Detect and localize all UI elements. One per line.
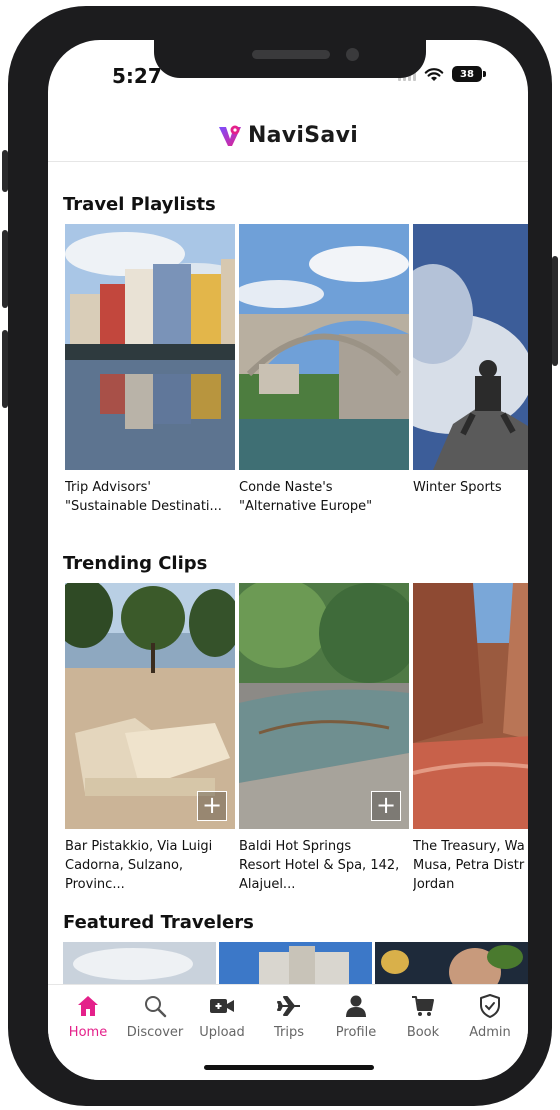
clip-thumbnail[interactable]: +: [65, 583, 235, 829]
playlist-thumbnail[interactable]: [239, 224, 409, 470]
volume-down-button: [2, 330, 8, 408]
home-icon: [75, 993, 101, 1019]
tab-label: Admin: [469, 1025, 511, 1040]
clip-title: Bar Pistakkio, Via Luigi Cadorna, Sulzan…: [65, 839, 213, 892]
playlist-card[interactable]: Conde Naste's "Alternative Europe": [239, 224, 409, 516]
home-indicator[interactable]: [204, 1065, 374, 1070]
cart-icon: [410, 993, 436, 1019]
screen: 5:27 38 NaviSavi Travel Playlists Trip A…: [48, 40, 528, 1080]
clip-title: Baldi Hot Springs Resort Hotel & Spa, 14…: [239, 839, 400, 892]
speaker: [252, 50, 330, 59]
tab-label: Discover: [126, 1025, 184, 1040]
tab-book[interactable]: Book: [393, 993, 453, 1040]
clip-thumbnail[interactable]: +: [239, 583, 409, 829]
mute-switch: [2, 150, 8, 192]
shield-check-icon: [477, 993, 503, 1019]
tab-bar: Home Discover Upload Trips Profile Book …: [48, 984, 528, 1080]
tab-label: Home: [68, 1025, 108, 1040]
search-icon: [142, 993, 168, 1019]
add-clip-button[interactable]: +: [371, 791, 401, 821]
tab-label: Profile: [335, 1025, 377, 1040]
phone-frame: 5:27 38 NaviSavi Travel Playlists Trip A…: [2, 6, 558, 1106]
section-title-travel-playlists: Travel Playlists: [63, 194, 216, 215]
power-button: [552, 256, 558, 366]
section-title-featured-travelers: Featured Travelers: [63, 912, 254, 933]
battery-level: 38: [460, 68, 474, 80]
featured-traveler-card[interactable]: [63, 942, 216, 986]
front-camera: [346, 48, 359, 61]
featured-traveler-card[interactable]: [375, 942, 528, 986]
clip-card[interactable]: + Bar Pistakkio, Via Luigi Cadorna, Sulz…: [65, 583, 235, 894]
navisavi-logo-icon: [218, 125, 241, 146]
app-header: NaviSavi: [48, 110, 528, 162]
travel-playlists-row[interactable]: Trip Advisors' "Sustainable Destinati...: [65, 224, 528, 516]
playlist-thumbnail[interactable]: [65, 224, 235, 470]
playlist-title: Trip Advisors' "Sustainable Destinati...: [65, 480, 222, 514]
featured-traveler-card[interactable]: [219, 942, 372, 986]
wifi-icon: [424, 67, 444, 81]
tab-trips[interactable]: Trips: [259, 993, 319, 1040]
airplane-icon: [276, 993, 302, 1019]
playlist-title: Winter Sports: [413, 480, 502, 495]
playlist-card[interactable]: Winter Sports: [413, 224, 528, 516]
person-icon: [343, 993, 369, 1019]
app-name: NaviSavi: [247, 123, 359, 148]
clip-title: The Treasury, Wa Musa, Petra Distr Jorda…: [413, 839, 525, 892]
trending-clips-row[interactable]: + Bar Pistakkio, Via Luigi Cadorna, Sulz…: [65, 583, 528, 894]
tab-label: Trips: [273, 1025, 304, 1040]
volume-up-button: [2, 230, 8, 308]
playlist-card[interactable]: Trip Advisors' "Sustainable Destinati...: [65, 224, 235, 516]
clip-card[interactable]: The Treasury, Wa Musa, Petra Distr Jorda…: [413, 583, 528, 894]
tab-label: Upload: [199, 1025, 245, 1040]
status-time: 5:27: [112, 64, 162, 88]
clip-card[interactable]: + Baldi Hot Springs Resort Hotel & Spa, …: [239, 583, 409, 894]
featured-travelers-row[interactable]: [63, 942, 528, 986]
tab-admin[interactable]: Admin: [460, 993, 520, 1040]
clip-thumbnail[interactable]: [413, 583, 528, 829]
tab-home[interactable]: Home: [58, 993, 118, 1040]
playlist-thumbnail[interactable]: [413, 224, 528, 470]
playlist-title: Conde Naste's "Alternative Europe": [239, 480, 373, 514]
video-camera-icon: [209, 993, 235, 1019]
section-title-trending-clips: Trending Clips: [63, 553, 208, 574]
tab-label: Book: [406, 1025, 440, 1040]
tab-upload[interactable]: Upload: [192, 993, 252, 1040]
notch: [154, 40, 426, 78]
battery-icon: 38: [452, 66, 486, 82]
tab-discover[interactable]: Discover: [125, 993, 185, 1040]
add-clip-button[interactable]: +: [197, 791, 227, 821]
tab-profile[interactable]: Profile: [326, 993, 386, 1040]
